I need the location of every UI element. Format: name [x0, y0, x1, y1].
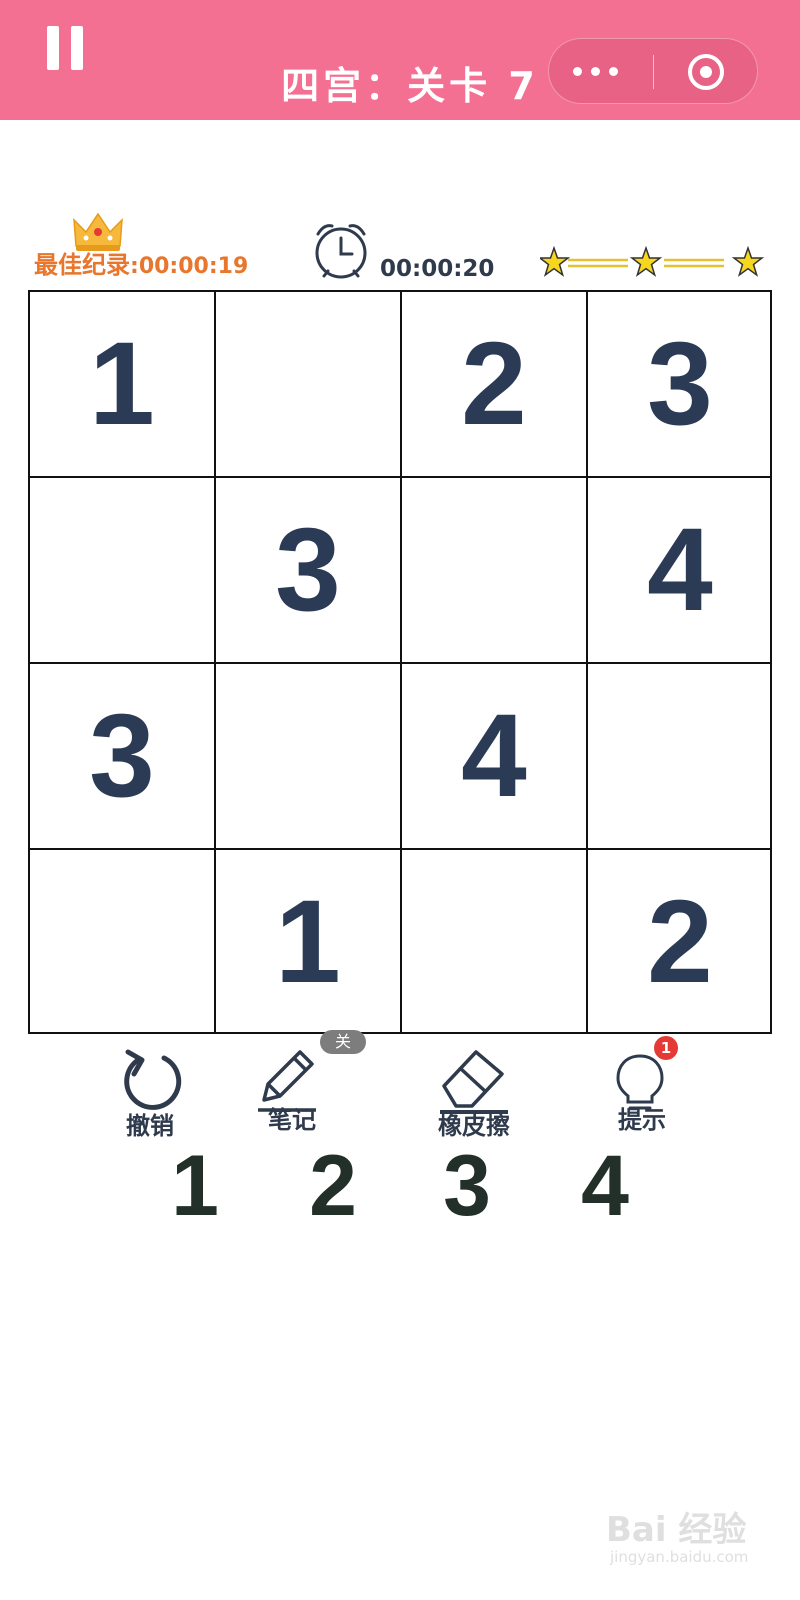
more-dot: [591, 67, 600, 76]
cell-r1-c1[interactable]: 1: [30, 292, 216, 478]
cell-r4-c2[interactable]: 1: [216, 850, 402, 1034]
sudoku-board: 1 2 3 3 4 3 4 1 2: [28, 290, 772, 1034]
best-record-time: 00:00:19: [138, 254, 249, 279]
cell-r1-c4[interactable]: 3: [588, 292, 772, 478]
cell-r1-c3[interactable]: 2: [402, 292, 588, 478]
pause-icon: [47, 26, 59, 70]
eraser-icon: [440, 1050, 508, 1114]
cell-r4-c3[interactable]: [402, 850, 588, 1034]
crown-icon: [73, 212, 123, 251]
level-title: 四宫：关卡 7: [281, 64, 539, 108]
more-dots-icon: [573, 67, 582, 76]
hint-count-badge: 1: [654, 1036, 678, 1060]
elapsed-timer: 00:00:20: [380, 256, 495, 282]
more-button[interactable]: [549, 39, 653, 105]
star-icon: [540, 245, 571, 277]
alarm-clock-icon: [315, 224, 367, 279]
eraser-label: 橡皮擦: [438, 1112, 510, 1140]
star-icon: [629, 245, 663, 277]
more-dot: [609, 67, 618, 76]
close-button[interactable]: [654, 39, 758, 105]
hint-label: 提示: [618, 1106, 666, 1134]
star-icon: [731, 245, 765, 277]
pause-icon-bar: [71, 26, 83, 70]
cell-r4-c1[interactable]: [30, 850, 216, 1034]
watermark-text: Bai 经验: [606, 1510, 747, 1550]
cell-r1-c2[interactable]: [216, 292, 402, 478]
top-bar: 四宫：关卡 7: [0, 0, 800, 120]
cell-r3-c3[interactable]: 4: [402, 664, 588, 850]
pause-button[interactable]: [42, 26, 88, 74]
cell-r3-c4[interactable]: [588, 664, 772, 850]
target-core: [700, 66, 712, 78]
mini-program-capsule: [548, 38, 758, 104]
cell-r2-c2[interactable]: 3: [216, 478, 402, 664]
cell-r2-c1[interactable]: [30, 478, 216, 664]
notes-label: 笔记: [268, 1106, 316, 1134]
cell-r4-c4[interactable]: 2: [588, 850, 772, 1034]
number-key-4[interactable]: 4: [560, 1140, 650, 1232]
star-rating: [540, 245, 765, 277]
cell-r2-c3[interactable]: [402, 478, 588, 664]
number-key-1[interactable]: 1: [150, 1140, 240, 1232]
notes-state-badge: 关: [320, 1030, 366, 1054]
sudoku-game-screen: 四宫：关卡 7 最佳纪录:00:00:19 00:00:20 1 2 3 3 4…: [0, 0, 800, 1600]
number-key-2[interactable]: 2: [288, 1140, 378, 1232]
cell-r3-c1[interactable]: 3: [30, 664, 216, 850]
undo-label: 撤销: [126, 1112, 174, 1140]
best-record: 最佳纪录:00:00:19: [34, 248, 248, 282]
best-record-separator: :: [130, 254, 139, 279]
baidu-watermark: Bai 经验 jingyan.baidu.com: [606, 1498, 766, 1578]
best-record-label: 最佳纪录: [34, 251, 130, 279]
number-key-3[interactable]: 3: [422, 1140, 512, 1232]
cell-r2-c4[interactable]: 4: [588, 478, 772, 664]
watermark-url: jingyan.baidu.com: [610, 1548, 749, 1566]
cell-r3-c2[interactable]: [216, 664, 402, 850]
